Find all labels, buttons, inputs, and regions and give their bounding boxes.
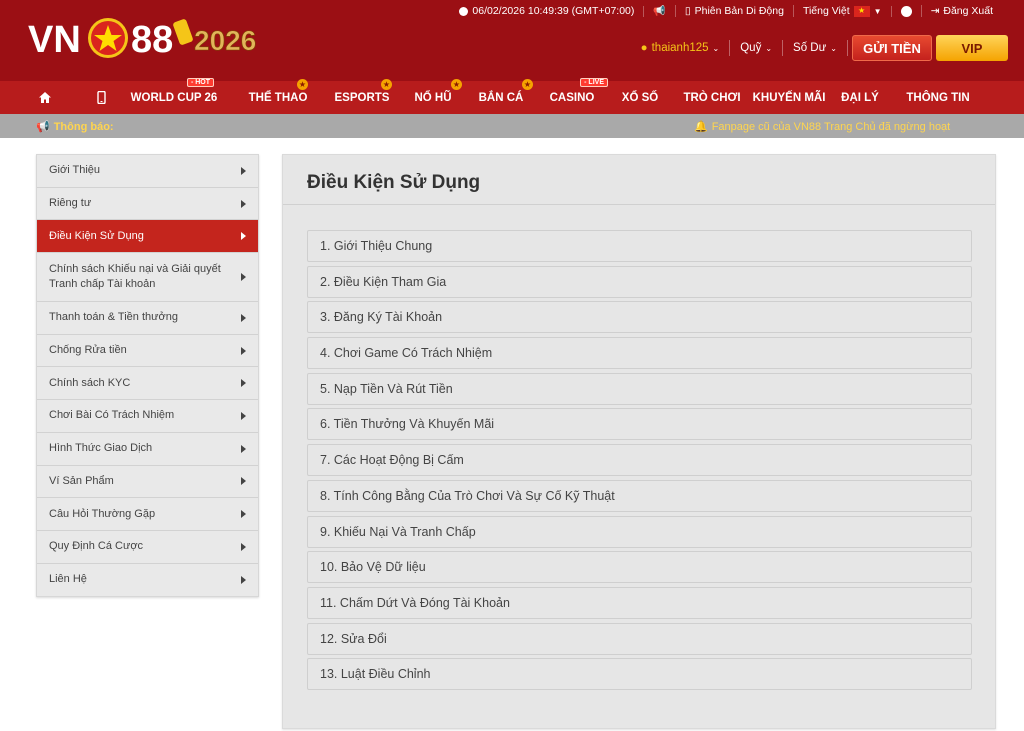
section-item[interactable]: 5. Nạp Tiền Và Rút Tiền bbox=[307, 372, 972, 405]
user-bar: ● thaianh125 ⌄ Quỹ ⌄ Số Dư ⌄ GỬI TIỀN VI… bbox=[631, 34, 1008, 62]
nav-tro-choi[interactable]: TRÒ CHƠI bbox=[676, 81, 748, 114]
caret-right-icon bbox=[241, 510, 246, 519]
sidebar-item-giao-dich[interactable]: Hình Thức Giao Dịch bbox=[37, 433, 258, 466]
section-item[interactable]: 8. Tính Công Bằng Của Trò Chơi Và Sự Cố … bbox=[307, 479, 972, 512]
caret-right-icon bbox=[241, 379, 246, 388]
section-item[interactable]: 6. Tiền Thưởng Và Khuyến Mãi bbox=[307, 408, 972, 441]
nav-the-thao[interactable]: THỂ THAO ★ bbox=[236, 79, 320, 114]
sidebar-item-gioi-thieu[interactable]: Giới Thiệu bbox=[37, 155, 258, 188]
home-icon bbox=[39, 92, 51, 103]
section-item[interactable]: 7. Các Hoạt Động Bị Cấm bbox=[307, 444, 972, 477]
divider bbox=[283, 204, 995, 205]
section-item[interactable]: 13. Luật Điều Chỉnh bbox=[307, 658, 972, 691]
sidebar-item-choi-bai[interactable]: Chơi Bài Có Trách Nhiệm bbox=[37, 400, 258, 433]
logout-link[interactable]: ⇥ Đăng Xuất bbox=[920, 5, 1002, 17]
star-badge: ★ bbox=[381, 79, 392, 90]
star-badge: ★ bbox=[297, 79, 308, 90]
user-icon: ● bbox=[640, 42, 648, 54]
nav-dai-ly[interactable]: ĐẠI LÝ bbox=[830, 81, 890, 114]
notice-bar: 📢 Thông báo: 🔔 Fanpage cũ của VN88 Trang… bbox=[0, 114, 1024, 138]
section-item[interactable]: 10. Bảo Vệ Dữ liệu bbox=[307, 551, 972, 584]
mobile-icon bbox=[96, 91, 106, 104]
megaphone-icon[interactable]: 📢 bbox=[653, 6, 665, 17]
theme-toggle[interactable] bbox=[890, 5, 921, 17]
section-item[interactable]: 9. Khiếu Nại Và Tranh Chấp bbox=[307, 515, 972, 548]
sidebar-item-kyc[interactable]: Chính sách KYC bbox=[37, 367, 258, 401]
star-badge: ★ bbox=[522, 79, 533, 90]
nav-thong-tin[interactable]: THÔNG TIN bbox=[890, 81, 986, 114]
vip-button[interactable]: VIP bbox=[936, 35, 1008, 61]
datetime: 06/02/2026 10:49:39 (GMT+07:00) bbox=[450, 5, 643, 17]
caret-right-icon bbox=[241, 477, 246, 486]
circle-icon[interactable] bbox=[900, 5, 912, 17]
caret-right-icon bbox=[241, 232, 246, 241]
sidebar-item-quy-dinh[interactable]: Quy Định Cá Cược bbox=[37, 531, 258, 564]
svg-text:VN: VN bbox=[28, 19, 81, 61]
sidebar-item-lien-he[interactable]: Liên Hệ bbox=[37, 564, 258, 597]
clock-icon bbox=[459, 6, 469, 16]
nav-no-hu[interactable]: NỔ HŨ ★ bbox=[404, 79, 462, 114]
top-utility-bar: 06/02/2026 10:49:39 (GMT+07:00) 📢 ▯ Phiê… bbox=[450, 3, 1002, 19]
nav-esports[interactable]: ESPORTS ★ bbox=[320, 79, 404, 114]
nav-xo-so[interactable]: XỔ SỐ bbox=[604, 81, 676, 114]
chevron-down-icon: ⌄ bbox=[765, 43, 773, 53]
section-item[interactable]: 12. Sửa Đổi bbox=[307, 622, 972, 655]
page-title: Điều Kiện Sử Dụng bbox=[307, 172, 481, 193]
sidebar-item-chong-rua-tien[interactable]: Chống Rửa tiền bbox=[37, 335, 258, 368]
sections-list: 1. Giới Thiệu Chung 2. Điều Kiện Tham Gi… bbox=[307, 230, 972, 694]
chevron-down-icon: ⌄ bbox=[830, 43, 837, 53]
nav-home[interactable] bbox=[0, 81, 90, 114]
sidebar-item-vi-san-pham[interactable]: Ví Sản Phẩm bbox=[37, 466, 258, 499]
star-badge: ★ bbox=[451, 79, 462, 90]
terms-panel: Điều Kiện Sử Dụng 1. Giới Thiệu Chung 2.… bbox=[282, 154, 996, 729]
nav-ban-ca[interactable]: BẮN CÁ ★ bbox=[462, 79, 540, 114]
sidebar-item-thanh-toan[interactable]: Thanh toán & Tiền thưởng bbox=[37, 302, 258, 335]
sidebar-menu: Giới Thiệu Riêng tư Điều Kiện Sử Dụng Ch… bbox=[36, 154, 259, 598]
svg-text:2026: 2026 bbox=[194, 25, 256, 56]
nav-casino[interactable]: CASINO - LIVE bbox=[540, 78, 608, 114]
vietnam-flag-icon: ★ bbox=[853, 5, 870, 17]
caret-down-icon: ▼ bbox=[873, 6, 882, 16]
balance-menu[interactable]: Số Dư ⌄ bbox=[783, 40, 848, 56]
user-menu[interactable]: ● thaianh125 ⌄ bbox=[631, 40, 731, 56]
notice-label: 📢 Thông báo: bbox=[36, 120, 114, 134]
announcement-button[interactable]: 📢 bbox=[643, 5, 674, 17]
caret-right-icon bbox=[241, 346, 246, 355]
svg-text:88: 88 bbox=[131, 19, 173, 61]
megaphone-icon: 📢 bbox=[36, 121, 50, 133]
deposit-button[interactable]: GỬI TIỀN bbox=[852, 35, 932, 61]
logout-icon: ⇥ bbox=[930, 5, 940, 17]
sidebar-item-dieu-kien-su-dung[interactable]: Điều Kiện Sử Dụng bbox=[37, 220, 258, 254]
fund-menu[interactable]: Quỹ ⌄ bbox=[730, 40, 784, 56]
nav-khuyen-mai[interactable]: KHUYẾN MÃI bbox=[748, 81, 830, 114]
phone-icon: ▯ bbox=[684, 5, 691, 17]
caret-right-icon bbox=[241, 444, 246, 453]
caret-right-icon bbox=[241, 575, 246, 584]
mobile-version-link[interactable]: ▯ Phiên Bản Di Động bbox=[674, 5, 793, 17]
vn88-logo[interactable]: VN 88 2026 bbox=[26, 12, 276, 64]
section-item[interactable]: 3. Đăng Ký Tài Khoản bbox=[307, 301, 972, 334]
caret-right-icon bbox=[241, 542, 246, 551]
caret-right-icon bbox=[241, 273, 246, 282]
section-item[interactable]: 11. Chấm Dứt Và Đóng Tài Khoản bbox=[307, 586, 972, 619]
section-item[interactable]: 1. Giới Thiệu Chung bbox=[307, 230, 972, 262]
caret-right-icon bbox=[241, 166, 246, 175]
caret-right-icon bbox=[241, 199, 246, 208]
hot-badge: - HOT bbox=[186, 78, 214, 87]
main-nav: WORLD CUP 26 - HOT THỂ THAO ★ ESPORTS ★ … bbox=[0, 78, 1024, 114]
nav-world-cup[interactable]: WORLD CUP 26 - HOT bbox=[112, 78, 236, 114]
bell-icon: 🔔 bbox=[694, 121, 708, 133]
section-item[interactable]: 2. Điều Kiện Tham Gia bbox=[307, 265, 972, 298]
sidebar-item-khieu-nai[interactable]: Chính sách Khiếu nại và Giải quyết Tranh… bbox=[37, 253, 258, 303]
caret-right-icon bbox=[241, 313, 246, 322]
chevron-down-icon: ⌄ bbox=[712, 43, 720, 53]
section-item[interactable]: 4. Chơi Game Có Trách Nhiệm bbox=[307, 337, 972, 370]
language-selector[interactable]: Tiếng Việt ★ ▼ bbox=[792, 5, 891, 17]
site-header: VN 88 2026 06/02/2026 10:49:39 (GMT+07:0… bbox=[0, 0, 1024, 81]
caret-right-icon bbox=[241, 411, 246, 420]
notice-marquee[interactable]: 🔔 Fanpage cũ của VN88 Trang Chủ đã ngừng… bbox=[694, 120, 950, 134]
sidebar-item-rieng-tu[interactable]: Riêng tư bbox=[37, 188, 258, 221]
nav-mobile[interactable] bbox=[90, 81, 112, 114]
sidebar-item-cau-hoi[interactable]: Câu Hỏi Thường Gặp bbox=[37, 498, 258, 531]
